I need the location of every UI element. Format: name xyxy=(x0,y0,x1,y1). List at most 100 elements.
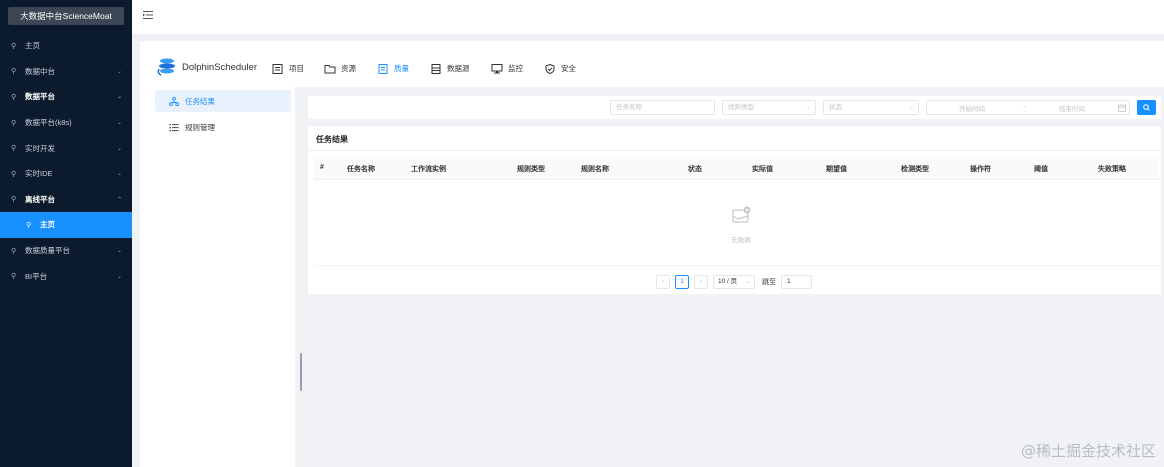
link-icon: ⚲ xyxy=(11,68,17,76)
side-item-label: 任务结果 xyxy=(185,96,215,106)
rule-type-placeholder: 规则类型 xyxy=(728,104,754,111)
nav-quality[interactable]: 质量 xyxy=(377,63,409,74)
ds-logo[interactable]: DolphinScheduler xyxy=(156,57,257,77)
sidebar-item-label: 数据质量平台 xyxy=(25,246,70,256)
task-tree-icon xyxy=(169,96,179,106)
chevron-down-icon: ⌄ xyxy=(116,94,122,101)
sidebar-item-label: 实时开发 xyxy=(25,143,55,153)
chevron-down-icon: ⌄ xyxy=(746,279,751,285)
monitor-icon xyxy=(491,63,503,73)
quality-icon xyxy=(378,63,388,74)
card-divider xyxy=(308,150,1161,151)
menu-fold-icon[interactable] xyxy=(142,9,154,21)
column-header: 操作符 xyxy=(970,166,991,173)
link-icon: ⚲ xyxy=(26,221,32,229)
sidebar-item-realtime-ide[interactable]: ⚲ 实时IDE ⌄ xyxy=(0,161,132,187)
end-time-placeholder: 结束时间 xyxy=(1059,106,1085,113)
table-body: 无数据 xyxy=(314,180,1159,266)
chevron-down-icon: ⌄ xyxy=(806,104,811,110)
sidebar-item-label: 数据平台(k8s) xyxy=(25,118,72,128)
column-header: # xyxy=(320,164,324,171)
nav-resource-label: 资源 xyxy=(341,64,356,73)
sidebar-item-home[interactable]: ⚲ 主页 xyxy=(0,33,132,59)
nav-project-label: 项目 xyxy=(289,64,304,73)
ds-logo-text: DolphinScheduler xyxy=(182,61,257,73)
project-icon xyxy=(272,63,283,74)
nav-datasource[interactable]: 数据源 xyxy=(430,63,470,74)
sidebar-item-offline-home[interactable]: ⚲ 主页 xyxy=(0,212,132,238)
sidebar-item-data-middle[interactable]: ⚲ 数据中台 ⌄ xyxy=(0,59,132,85)
chevron-down-icon: ⌄ xyxy=(116,68,122,75)
pagination: ‹ 1 › 10 / 页 ⌄ 跳至 1 xyxy=(656,275,817,289)
date-range-picker[interactable]: 开始时间 → 结束时间 xyxy=(926,100,1130,115)
side-item-task-result[interactable]: 任务结果 xyxy=(155,90,291,112)
column-header: 失败策略 xyxy=(1098,166,1126,173)
page-number-button[interactable]: 1 xyxy=(675,275,689,289)
column-header: 工作流实例 xyxy=(411,166,446,173)
next-page-button[interactable]: › xyxy=(694,275,708,289)
link-icon: ⚲ xyxy=(11,145,17,153)
sidebar-item-data-platform[interactable]: ⚲ 数据平台 ⌄ xyxy=(0,84,132,110)
status-select[interactable]: 状态 ⌄ xyxy=(823,100,919,115)
card-title: 任务结果 xyxy=(316,135,348,144)
task-result-card: 任务结果 # 任务名称 工作流实例 规则类型 规则名称 状态 实际值 期望值 检… xyxy=(308,126,1161,294)
sidebar-item-label: 离线平台 xyxy=(25,194,55,204)
column-header: 实际值 xyxy=(752,166,773,173)
column-header: 规则名称 xyxy=(581,166,609,173)
top-header xyxy=(132,0,1164,34)
sidebar-item-label: 数据中台 xyxy=(25,66,55,76)
column-header: 任务名称 xyxy=(347,166,375,173)
nav-project[interactable]: 项目 xyxy=(272,63,304,74)
chevron-down-icon: ⌄ xyxy=(116,248,122,255)
nav-datasource-label: 数据源 xyxy=(447,64,470,73)
link-icon: ⚲ xyxy=(11,93,17,101)
app-brand[interactable]: 大数据中台ScienceMoat xyxy=(8,7,124,25)
chevron-down-icon: ⌄ xyxy=(116,273,122,280)
calendar-icon xyxy=(1118,104,1126,112)
nav-security[interactable]: 安全 xyxy=(544,63,576,74)
jump-page-input[interactable]: 1 xyxy=(781,275,812,289)
chevron-up-icon: ⌃ xyxy=(116,196,122,203)
dolphinscheduler-logo-icon xyxy=(157,58,175,76)
range-arrow-icon: → xyxy=(1020,103,1027,110)
shield-icon xyxy=(545,63,555,74)
sidebar-item-data-quality[interactable]: ⚲ 数据质量平台 ⌄ xyxy=(0,238,132,264)
rule-type-select[interactable]: 规则类型 ⌄ xyxy=(722,100,816,115)
nav-resource[interactable]: 资源 xyxy=(324,63,356,74)
task-name-input[interactable]: 任务名称 xyxy=(610,100,715,115)
search-icon xyxy=(1143,104,1150,111)
sidebar-item-bi[interactable]: ⚲ BI平台 ⌄ xyxy=(0,263,132,289)
sidebar-item-label: BI平台 xyxy=(25,271,48,281)
ds-side-menu: 任务结果 规则管理 xyxy=(140,87,295,467)
column-header: 期望值 xyxy=(826,166,847,173)
side-menu-scrollbar[interactable] xyxy=(300,353,302,391)
nav-quality-label: 质量 xyxy=(394,64,409,73)
empty-data-icon xyxy=(732,206,751,223)
page-size-value: 10 / 页 xyxy=(718,278,738,285)
column-header: 状态 xyxy=(688,166,702,173)
prev-page-button[interactable]: ‹ xyxy=(656,275,670,289)
sidebar-item-label: 实时IDE xyxy=(25,169,53,179)
chevron-down-icon: ⌄ xyxy=(116,171,122,178)
header-separator xyxy=(132,34,1164,41)
ds-navbar: DolphinScheduler 项目 资源 质量 数据源 监控 安全 xyxy=(140,41,1164,87)
search-button[interactable] xyxy=(1137,100,1156,115)
nav-monitor[interactable]: 监控 xyxy=(491,63,523,74)
sidebar-item-offline-platform[interactable]: ⚲ 离线平台 ⌃ xyxy=(0,187,132,213)
nav-security-label: 安全 xyxy=(561,64,576,73)
sidebar-item-data-platform-k8s[interactable]: ⚲ 数据平台(k8s) ⌄ xyxy=(0,110,132,136)
side-item-rule-manage[interactable]: 规则管理 xyxy=(155,116,291,138)
link-icon: ⚲ xyxy=(11,273,17,281)
column-header: 阈值 xyxy=(1034,166,1048,173)
column-header: 检测类型 xyxy=(901,166,929,173)
sidebar-item-realtime-dev[interactable]: ⚲ 实时开发 ⌄ xyxy=(0,135,132,161)
link-icon: ⚲ xyxy=(11,42,17,50)
nav-monitor-label: 监控 xyxy=(508,64,523,73)
status-placeholder: 状态 xyxy=(829,104,842,111)
sidebar-item-label: 数据平台 xyxy=(25,92,55,102)
list-icon xyxy=(169,123,179,131)
page-size-select[interactable]: 10 / 页 ⌄ xyxy=(713,275,755,289)
sidebar-item-label: 主页 xyxy=(25,41,40,51)
chevron-down-icon: ⌄ xyxy=(116,145,122,152)
side-item-label: 规则管理 xyxy=(185,122,215,132)
